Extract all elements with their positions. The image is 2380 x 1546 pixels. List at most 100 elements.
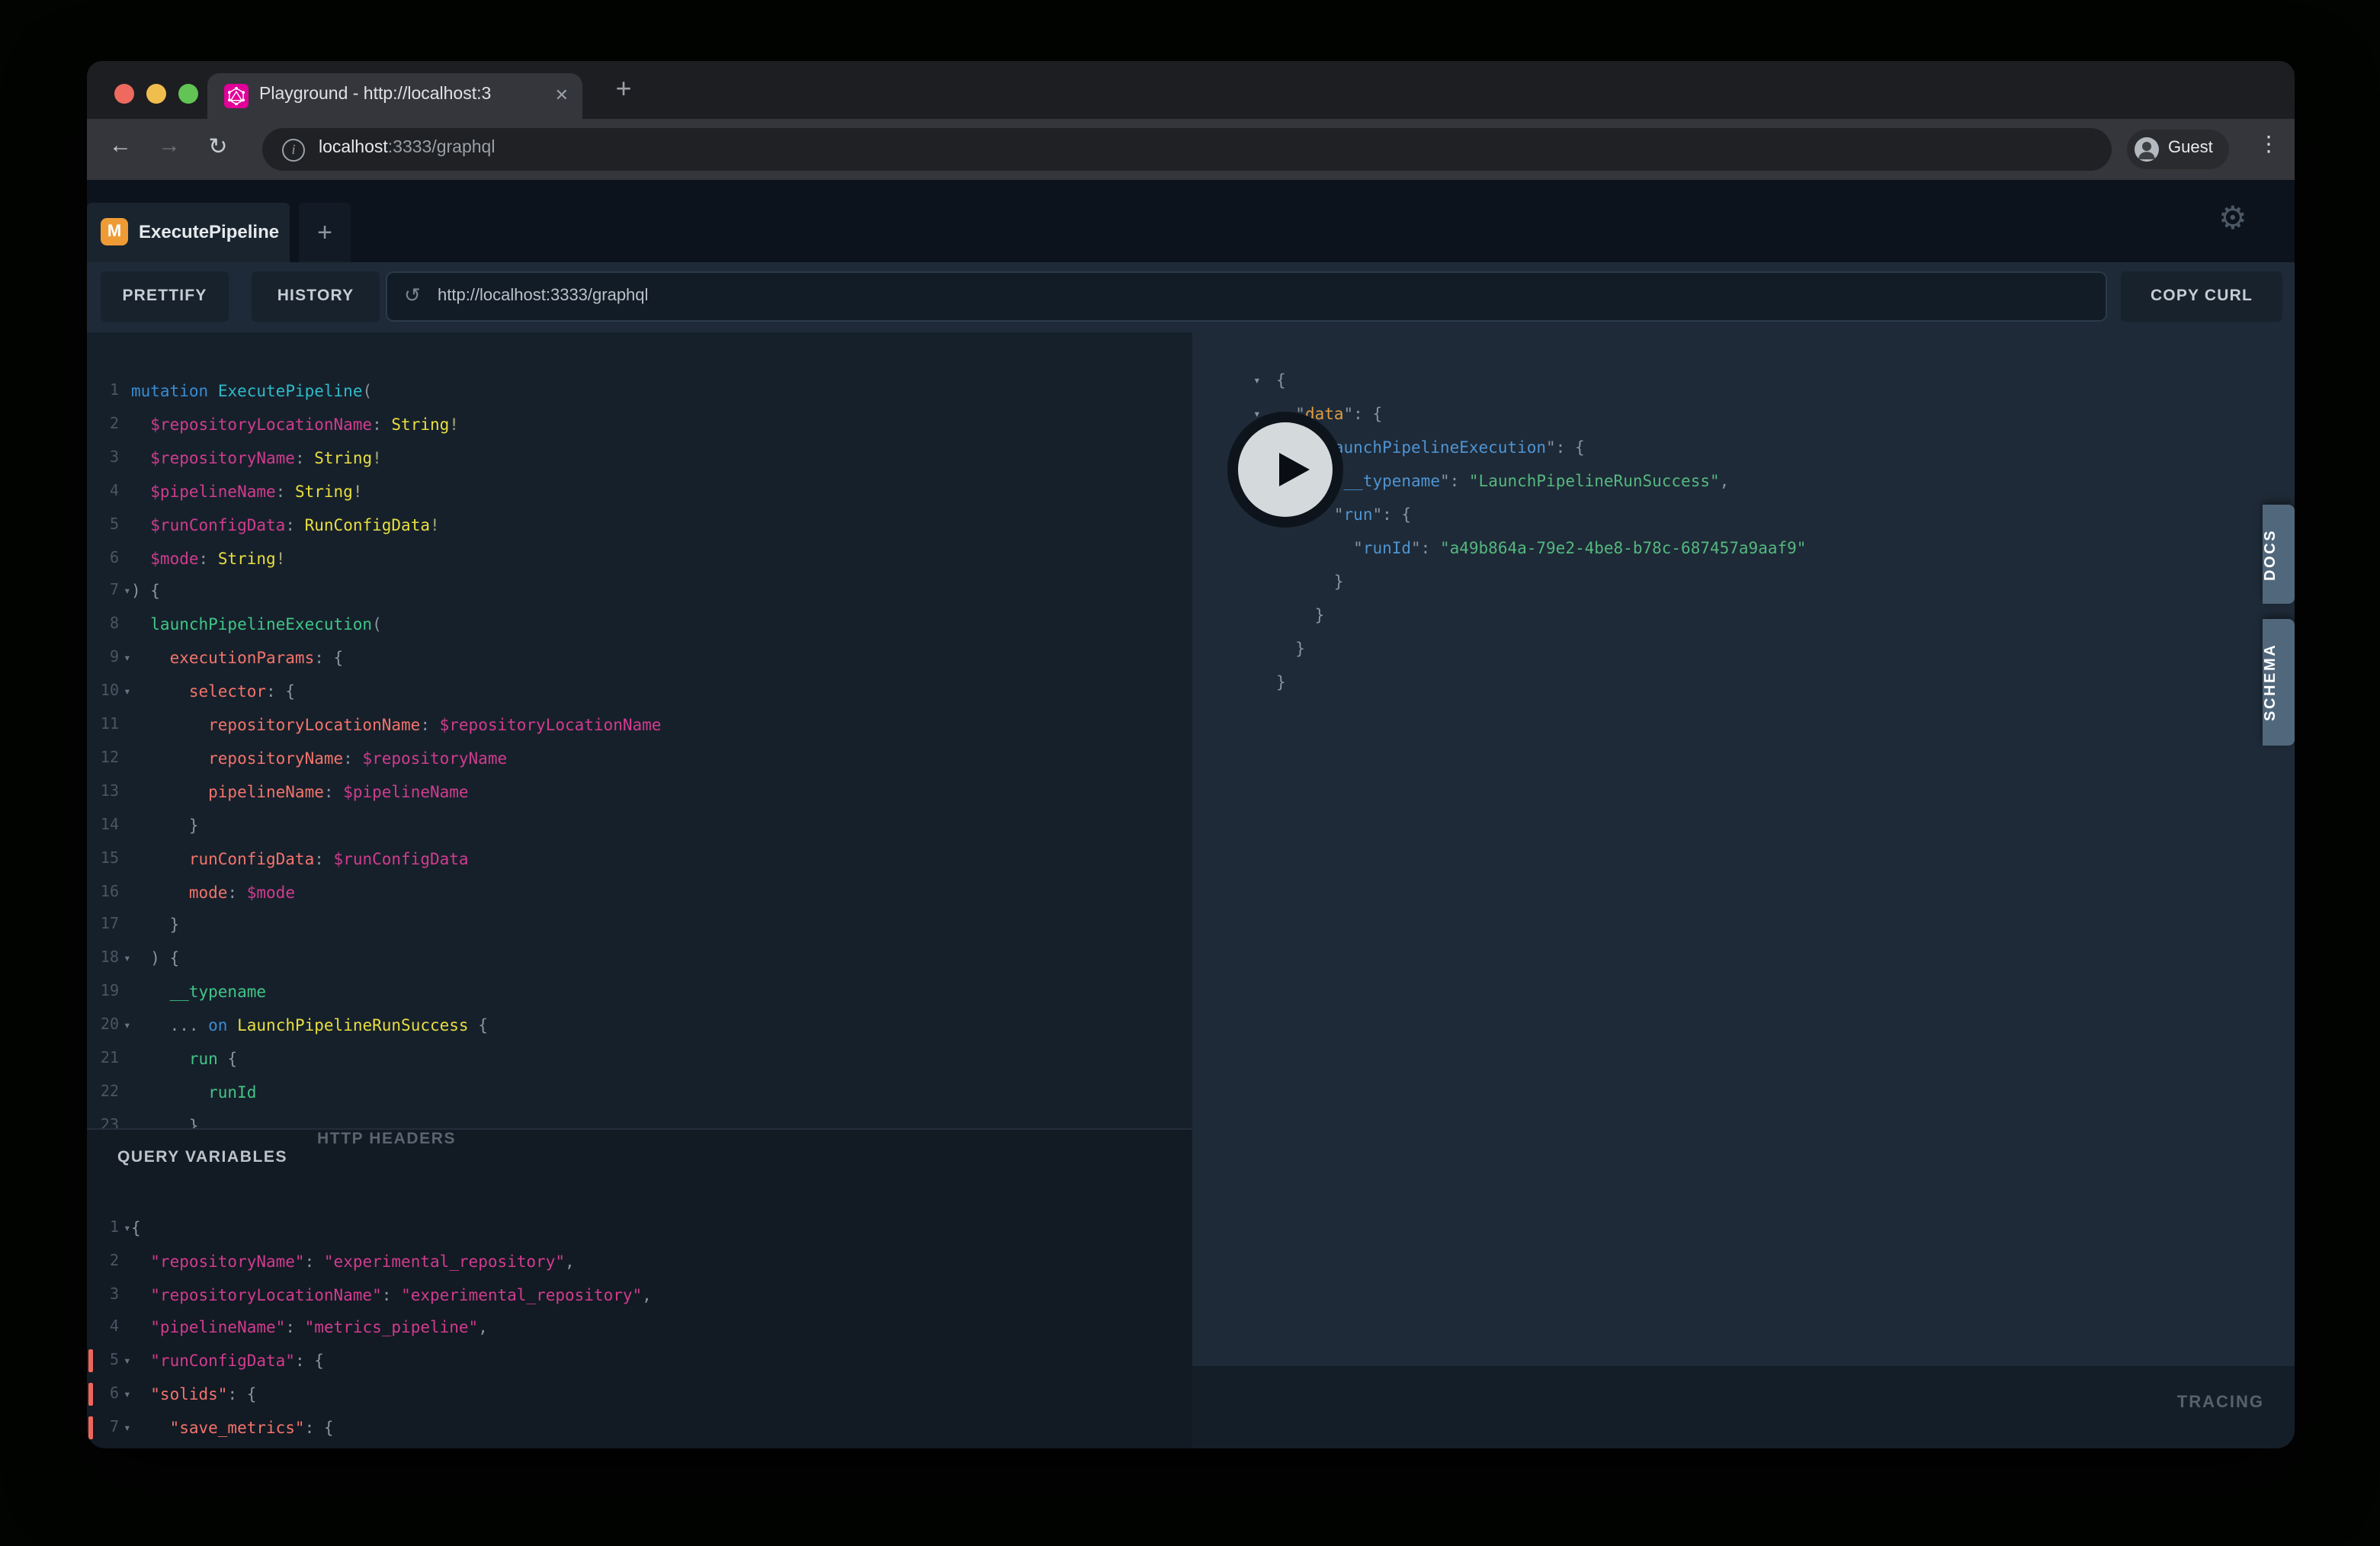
line-number: 11 xyxy=(87,709,119,743)
line-number: 19 xyxy=(87,976,119,1009)
minimize-window-button[interactable] xyxy=(146,84,166,104)
playground-toolbar: PRETTIFY HISTORY ↺ http://localhost:3333… xyxy=(87,262,2295,332)
variables-panel: QUERY VARIABLES HTTP HEADERS 1▾{2 "repos… xyxy=(87,1128,1192,1448)
code-line: 21 run { xyxy=(87,1043,1192,1076)
code-line: } xyxy=(1192,599,2295,633)
copy-curl-button[interactable]: COPY CURL xyxy=(2121,271,2282,322)
code-line: 4 "pipelineName": "metrics_pipeline", xyxy=(87,1312,1192,1346)
line-number: 18 xyxy=(87,943,119,977)
line-number: 7 xyxy=(87,576,119,609)
graphql-favicon-icon xyxy=(224,84,249,108)
zoom-window-button[interactable] xyxy=(178,84,198,104)
code-line: 16 mode: $mode xyxy=(87,876,1192,909)
settings-gear-icon[interactable]: ⚙ xyxy=(2218,200,2247,238)
line-number: 3 xyxy=(87,1278,119,1312)
code-line: 3 "repositoryLocationName": "experimenta… xyxy=(87,1278,1192,1312)
collapse-arrow-icon[interactable]: ▾ xyxy=(1253,364,1261,398)
code-line: 17 } xyxy=(87,909,1192,943)
code-line: 20▾ ... on LaunchPipelineRunSuccess { xyxy=(87,1009,1192,1043)
line-number: 2 xyxy=(87,409,119,442)
address-bar[interactable]: i localhost:3333/graphql xyxy=(262,128,2112,171)
site-info-icon[interactable]: i xyxy=(282,139,305,162)
code-line: 1mutation ExecutePipeline( xyxy=(87,375,1192,409)
line-number: 6 xyxy=(87,542,119,576)
line-number: 17 xyxy=(87,909,119,943)
code-line: 8 launchPipelineExecution( xyxy=(87,609,1192,643)
line-number: 1 xyxy=(87,1212,119,1246)
docs-sidetab[interactable]: DOCS xyxy=(2263,505,2295,604)
code-line: 2 "repositoryName": "experimental_reposi… xyxy=(87,1246,1192,1279)
code-line: } xyxy=(1192,666,2295,700)
line-number: 15 xyxy=(87,842,119,876)
code-line: 12 repositoryName: $repositoryName xyxy=(87,743,1192,776)
browser-toolbar: ← → ↻ i localhost:3333/graphql Guest ⋮ xyxy=(87,119,2295,180)
line-number: 16 xyxy=(87,876,119,909)
code-line: 13 pipelineName: $pipelineName xyxy=(87,776,1192,810)
line-number: 20 xyxy=(87,1009,119,1043)
tracing-bar[interactable]: TRACING xyxy=(1192,1366,2295,1448)
url-text: localhost:3333/graphql xyxy=(319,139,495,157)
avatar-icon xyxy=(2135,137,2159,162)
endpoint-url: http://localhost:3333/graphql xyxy=(438,287,648,305)
code-line: 10▾ selector: { xyxy=(87,675,1192,709)
code-line: 6 $mode: String! xyxy=(87,542,1192,576)
endpoint-input[interactable]: ↺ http://localhost:3333/graphql xyxy=(386,271,2107,322)
code-line: 19 __typename xyxy=(87,976,1192,1009)
prettify-button[interactable]: PRETTIFY xyxy=(101,271,229,322)
code-line: 7▾) { xyxy=(87,576,1192,609)
playground-tab-executepipeline[interactable]: M ExecutePipeline ✕ xyxy=(87,203,290,262)
back-icon[interactable]: ← xyxy=(104,133,137,159)
playground-tabbar: M ExecutePipeline ✕ + ⚙ xyxy=(87,180,2295,262)
line-number: 1 xyxy=(87,375,119,409)
line-number: 22 xyxy=(87,1076,119,1110)
schema-sidetab[interactable]: SCHEMA xyxy=(2263,619,2295,746)
profile-chip[interactable]: Guest xyxy=(2127,130,2229,169)
line-number: 8 xyxy=(87,609,119,643)
tracing-label: TRACING xyxy=(2177,1394,2264,1412)
tab-http-headers[interactable]: HTTP HEADERS xyxy=(317,1130,456,1148)
forward-icon[interactable]: → xyxy=(152,133,186,159)
code-line: 14 } xyxy=(87,809,1192,842)
line-number: 21 xyxy=(87,1043,119,1076)
screen: Playground - http://localhost:3 ✕ + ← → … xyxy=(0,0,2380,1546)
code-line: 5▾ "runConfigData": { xyxy=(87,1345,1192,1378)
code-line: "__typename": "LaunchPipelineRunSuccess"… xyxy=(1192,465,2295,499)
response-viewer: ▾{▾ "data": {▾ "launchPipelineExecution"… xyxy=(1192,332,2295,1366)
code-line: 22 runId xyxy=(87,1076,1192,1110)
browser-tab[interactable]: Playground - http://localhost:3 ✕ xyxy=(207,73,582,119)
line-number: 4 xyxy=(87,475,119,508)
history-button[interactable]: HISTORY xyxy=(252,271,380,322)
query-editor[interactable]: 1mutation ExecutePipeline(2 $repositoryL… xyxy=(87,332,1192,1128)
line-number: 7 xyxy=(87,1412,119,1445)
code-line: 9▾ executionParams: { xyxy=(87,642,1192,675)
code-line: ▾ "launchPipelineExecution": { xyxy=(1192,431,2295,465)
code-line: 5 $runConfigData: RunConfigData! xyxy=(87,508,1192,542)
line-number: 10 xyxy=(87,675,119,709)
line-number: 9 xyxy=(87,642,119,675)
execute-button[interactable] xyxy=(1227,412,1343,528)
execute-button-circle xyxy=(1238,422,1333,517)
code-line: 15 runConfigData: $runConfigData xyxy=(87,842,1192,876)
browser-menu-icon[interactable]: ⋮ xyxy=(2258,131,2279,157)
line-number: 23 xyxy=(87,1110,119,1128)
code-line: 1▾{ xyxy=(87,1212,1192,1246)
browser-window: Playground - http://localhost:3 ✕ + ← → … xyxy=(87,61,2295,1448)
line-number: 13 xyxy=(87,776,119,810)
tab-query-variables[interactable]: QUERY VARIABLES xyxy=(117,1148,287,1166)
code-line: ▾ "data": { xyxy=(1192,398,2295,431)
profile-name: Guest xyxy=(2168,139,2213,157)
playground-new-tab-button[interactable]: + xyxy=(299,203,351,262)
code-line: 11 repositoryLocationName: $repositoryLo… xyxy=(87,709,1192,743)
line-number: 3 xyxy=(87,442,119,476)
endpoint-reset-icon[interactable]: ↺ xyxy=(404,284,421,308)
tab-close-icon[interactable]: ✕ xyxy=(555,85,569,105)
code-line: 18▾ ) { xyxy=(87,943,1192,977)
line-number: 12 xyxy=(87,743,119,776)
code-line: 3 $repositoryName: String! xyxy=(87,442,1192,476)
mutation-badge: M xyxy=(101,218,128,245)
code-line: } xyxy=(1192,566,2295,599)
reload-icon[interactable]: ↻ xyxy=(201,133,235,160)
browser-tabstrip: Playground - http://localhost:3 ✕ + xyxy=(87,61,2295,119)
close-window-button[interactable] xyxy=(114,84,134,104)
new-tab-button[interactable]: + xyxy=(602,67,645,110)
